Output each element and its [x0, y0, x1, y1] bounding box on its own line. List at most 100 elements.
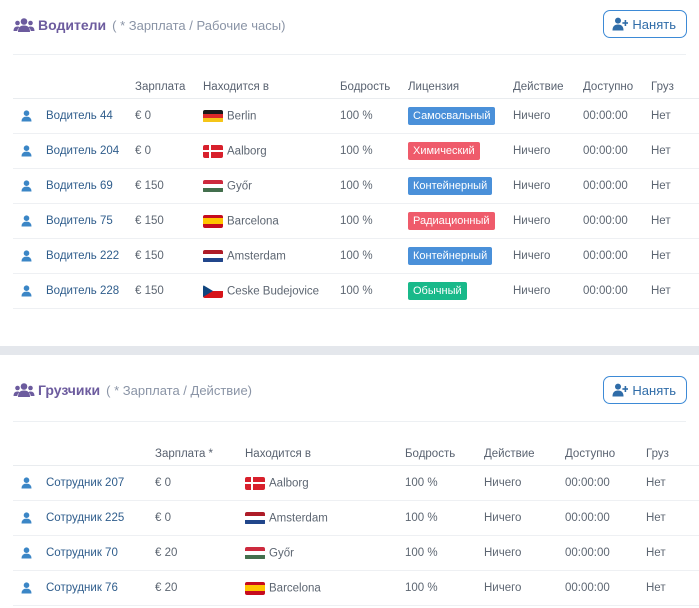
name-cell[interactable]: Сотрудник 76: [13, 570, 155, 606]
drivers-subtitle: ( * Зарплата / Рабочие часы): [112, 17, 286, 33]
vigor-cell-text: 100 %: [340, 110, 373, 122]
available-cell: 00:00:00: [565, 500, 646, 536]
salary-cell-text: € 20: [155, 547, 178, 559]
license-cell: Обычный: [408, 273, 513, 309]
action-cell: Ничего: [513, 273, 583, 309]
cargo-cell: Нет: [646, 570, 699, 606]
license-badge: Самосвальный: [408, 107, 496, 125]
available-cell-text: 00:00:00: [565, 512, 610, 524]
flag-es-icon: [203, 214, 223, 228]
license-cell: Контейнерный: [408, 168, 513, 204]
name-cell[interactable]: Водитель 69: [13, 168, 135, 204]
driver-name-link[interactable]: Водитель 69: [46, 180, 113, 192]
salary-cell: € 20: [155, 570, 245, 606]
location-cell: Barcelona: [245, 570, 405, 606]
name-cell[interactable]: Водитель 44: [13, 98, 135, 134]
cargo-cell-text: Нет: [651, 285, 671, 297]
salary-cell: € 150: [135, 168, 203, 204]
vigor-cell-text: 100 %: [340, 250, 373, 262]
table-row[interactable]: Сотрудник 70 € 20 Győr 100 % Ничего 00:00:00 Н…: [13, 535, 699, 571]
section-separator: [0, 346, 699, 355]
license-badge: Контейнерный: [408, 177, 493, 195]
loaders-header-row: Зарплата * Находится в Бодрость Действие…: [13, 443, 699, 466]
available-cell: 00:00:00: [583, 238, 651, 274]
available-cell-text: 00:00:00: [583, 285, 628, 297]
salary-cell-text: € 0: [155, 477, 171, 489]
location-text: Berlin: [227, 110, 257, 122]
table-row[interactable]: Водитель 204 € 0 Aalborg 100 % Химический Нич…: [13, 133, 699, 169]
cargo-cell: Нет: [651, 203, 699, 239]
location-cell: Barcelona: [203, 203, 340, 239]
flag-nl-icon: [245, 511, 265, 525]
table-row[interactable]: Водитель 69 € 150 Győr 100 % Контейнерный Нич…: [13, 168, 699, 204]
name-cell[interactable]: Сотрудник 70: [13, 535, 155, 571]
name-cell[interactable]: Водитель 228: [13, 273, 135, 309]
salary-cell: € 150: [135, 238, 203, 274]
col-name: [13, 76, 135, 99]
vigor-cell-text: 100 %: [405, 547, 438, 559]
flag-dk-icon: [203, 144, 223, 158]
name-cell[interactable]: Сотрудник 207: [13, 465, 155, 501]
hire-loader-button[interactable]: Нанять: [603, 376, 687, 404]
name-cell[interactable]: Водитель 204: [13, 133, 135, 169]
salary-cell-text: € 0: [155, 512, 171, 524]
employee-name-link[interactable]: Сотрудник 76: [46, 582, 118, 594]
name-cell[interactable]: Сотрудник 225: [13, 500, 155, 536]
employee-name-link[interactable]: Сотрудник 70: [46, 547, 118, 559]
action-cell-text: Ничего: [513, 145, 551, 157]
license-badge: Обычный: [408, 282, 467, 300]
available-cell: 00:00:00: [565, 570, 646, 606]
vigor-cell: 100 %: [405, 500, 484, 536]
salary-cell-text: € 150: [135, 250, 164, 262]
employee-name-link[interactable]: Сотрудник 207: [46, 477, 124, 489]
table-row[interactable]: Водитель 75 € 150 Barcelona 100 % Радиационн…: [13, 203, 699, 239]
vigor-cell: 100 %: [340, 273, 408, 309]
location-text: Aalborg: [269, 477, 309, 489]
driver-name-link[interactable]: Водитель 228: [46, 285, 119, 297]
drivers-title: Водители: [38, 17, 107, 33]
action-cell: Ничего: [513, 203, 583, 239]
action-cell: Ничего: [484, 500, 565, 536]
name-cell[interactable]: Водитель 75: [13, 203, 135, 239]
cargo-cell: Нет: [651, 98, 699, 134]
location-cell: Amsterdam: [203, 238, 340, 274]
cargo-cell: Нет: [651, 133, 699, 169]
table-row[interactable]: Сотрудник 225 € 0 Amsterdam 100 % Ничего 00:0…: [13, 500, 699, 536]
vigor-cell-text: 100 %: [340, 145, 373, 157]
salary-cell: € 0: [135, 98, 203, 134]
license-cell: Химический: [408, 133, 513, 169]
employee-name-link[interactable]: Сотрудник 225: [46, 512, 124, 524]
table-row[interactable]: Водитель 228 € 150 Ceske Budejovice 100 % Об…: [13, 273, 699, 309]
available-cell: 00:00:00: [565, 535, 646, 571]
salary-cell-text: € 0: [135, 110, 151, 122]
location-cell: Ceske Budejovice: [203, 273, 340, 309]
user-icon: [21, 547, 32, 559]
table-row[interactable]: Сотрудник 207 € 0 Aalborg 100 % Ничего 00:00:…: [13, 465, 699, 501]
location-text: Ceske Budejovice: [227, 285, 320, 297]
user-icon: [21, 215, 32, 227]
action-cell-text: Ничего: [484, 547, 522, 559]
cargo-cell-text: Нет: [651, 180, 671, 192]
location-text: Barcelona: [269, 582, 321, 594]
location-cell: Aalborg: [203, 133, 340, 169]
table-row[interactable]: Водитель 44 € 0 Berlin 100 % Самосвальный Нич…: [13, 98, 699, 134]
cargo-cell: Нет: [646, 535, 699, 571]
vigor-cell-text: 100 %: [340, 180, 373, 192]
driver-name-link[interactable]: Водитель 222: [46, 250, 119, 262]
loaders-panel: Грузчики ( * Зарплата / Действие) Нанять…: [0, 355, 699, 608]
user-icon: [21, 285, 32, 297]
table-row[interactable]: Водитель 222 € 150 Amsterdam 100 % Контейнер…: [13, 238, 699, 274]
driver-name-link[interactable]: Водитель 75: [46, 215, 113, 227]
col-location: Находится в: [245, 443, 405, 466]
available-cell-text: 00:00:00: [583, 145, 628, 157]
driver-name-link[interactable]: Водитель 204: [46, 145, 119, 157]
hire-driver-button[interactable]: Нанять: [603, 10, 687, 38]
table-row[interactable]: Сотрудник 76 € 20 Barcelona 100 % Ничего 00:0…: [13, 570, 699, 606]
salary-cell-text: € 150: [135, 215, 164, 227]
name-cell[interactable]: Водитель 222: [13, 238, 135, 274]
action-cell: Ничего: [484, 465, 565, 501]
flag-es-icon: [245, 581, 265, 595]
loaders-header: Грузчики ( * Зарплата / Действие): [13, 379, 252, 401]
cargo-cell-text: Нет: [646, 477, 666, 489]
driver-name-link[interactable]: Водитель 44: [46, 110, 113, 122]
